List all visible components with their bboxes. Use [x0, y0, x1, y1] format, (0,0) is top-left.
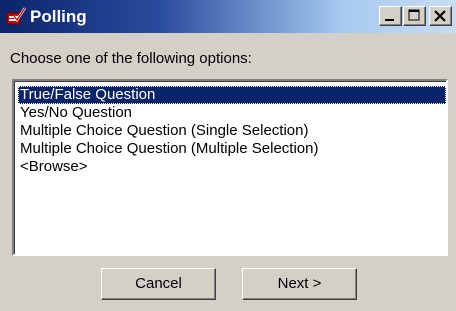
maximize-button[interactable]: [403, 6, 426, 26]
cancel-button[interactable]: Cancel: [101, 268, 216, 300]
maximize-icon: [408, 9, 420, 21]
list-item-mc-single[interactable]: Multiple Choice Question (Single Selecti…: [18, 122, 310, 140]
close-icon: [434, 10, 446, 22]
minimize-button[interactable]: [379, 6, 402, 26]
question-type-list[interactable]: True/False Question Yes/No Question Mult…: [12, 79, 448, 256]
window-title: Polling: [30, 7, 87, 26]
next-button[interactable]: Next >: [242, 268, 357, 300]
title-bar[interactable]: Polling: [0, 0, 456, 33]
list-item-yes-no[interactable]: Yes/No Question: [18, 104, 134, 122]
list-item-mc-multiple[interactable]: Multiple Choice Question (Multiple Selec…: [18, 140, 320, 158]
instruction-label: Choose one of the following options:: [10, 50, 252, 67]
polling-app-icon: [6, 7, 26, 25]
minimize-icon: [385, 19, 394, 21]
list-item-browse[interactable]: <Browse>: [18, 158, 90, 176]
close-button[interactable]: [429, 6, 452, 26]
polling-dialog: Polling Choose one of the following opti…: [0, 0, 456, 311]
list-item-true-false[interactable]: True/False Question: [18, 86, 446, 104]
